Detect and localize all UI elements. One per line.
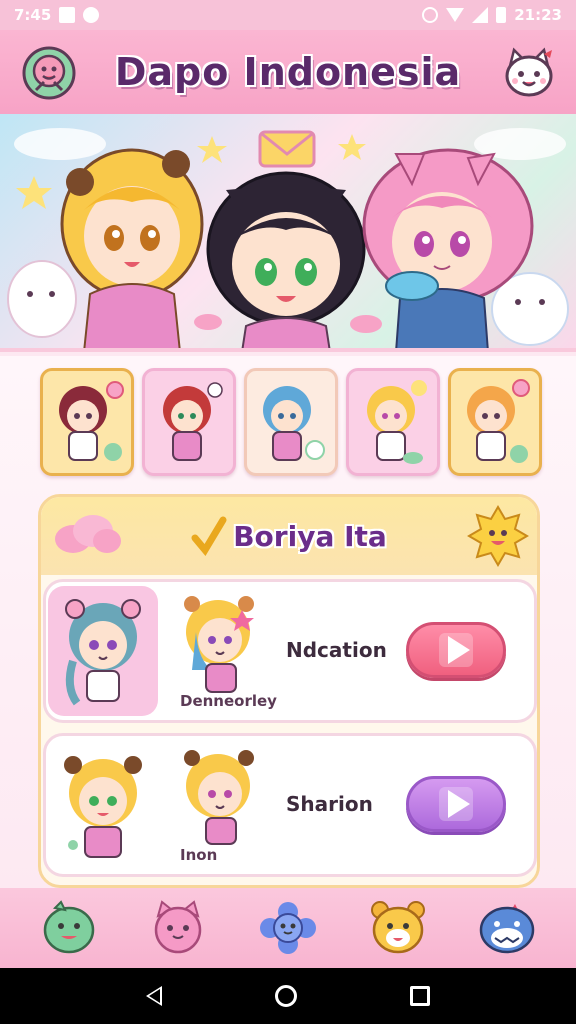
bottom-nav: [0, 888, 576, 968]
alarm-icon: [422, 7, 439, 23]
pink-cat-icon[interactable]: [145, 895, 211, 961]
cat-mascot-icon[interactable]: [500, 44, 558, 102]
character-card[interactable]: Denneorley Ndcation: [43, 579, 537, 723]
recent-apps-icon[interactable]: [409, 986, 430, 1006]
character-thumbnail-3[interactable]: [244, 368, 338, 476]
home-icon[interactable]: [274, 985, 297, 1007]
character-name: Ndcation: [286, 638, 387, 662]
character-avatar-secondary: [172, 590, 268, 698]
play-button[interactable]: [406, 776, 506, 832]
blue-flower-icon[interactable]: [255, 895, 321, 961]
character-caption: Denneorley: [180, 692, 277, 710]
checkmark-icon: [191, 516, 227, 556]
gallery-notification-icon: [59, 7, 76, 23]
bear-icon[interactable]: [365, 895, 431, 961]
play-icon: [439, 787, 473, 821]
status-right: 21:23: [422, 6, 562, 24]
play-icon: [439, 633, 473, 667]
status-time-right: 21:23: [514, 6, 562, 24]
back-icon[interactable]: [146, 986, 163, 1006]
signal-icon: [472, 7, 489, 23]
section-title: Boriya Ita: [233, 519, 387, 553]
character-avatar: [48, 740, 158, 870]
app-header: Dapo Indonesia: [0, 30, 576, 114]
flower-mascot-icon[interactable]: [20, 44, 78, 102]
featured-section-panel: Boriya Ita Denneorley Ndcation Inon Shar…: [38, 494, 540, 888]
shark-icon[interactable]: [474, 895, 540, 961]
character-thumbnail-strip: [40, 368, 544, 478]
wifi-icon: [446, 8, 465, 22]
character-thumbnail-5[interactable]: [448, 368, 542, 476]
character-name: Sharion: [286, 792, 373, 816]
sun-mascot-icon: [467, 505, 529, 567]
section-header: Boriya Ita: [41, 497, 537, 575]
status-time-left: 7:45: [14, 6, 52, 24]
character-caption: Inon: [180, 846, 218, 864]
character-thumbnail-4[interactable]: [346, 368, 440, 476]
character-thumbnail-2[interactable]: [142, 368, 236, 476]
battery-icon: [496, 7, 507, 23]
character-avatar: [48, 586, 158, 716]
pink-cloud-icon: [55, 515, 121, 553]
character-card[interactable]: Inon Sharion: [43, 733, 537, 877]
hero-banner[interactable]: [0, 114, 576, 352]
system-navigation-bar: [0, 968, 576, 1024]
character-avatar-secondary: [172, 744, 268, 852]
play-button[interactable]: [406, 622, 506, 678]
character-thumbnail-1[interactable]: [40, 368, 134, 476]
status-left: 7:45: [14, 6, 100, 24]
app-notification-icon: [83, 7, 100, 23]
status-bar: 7:45 21:23: [0, 0, 576, 30]
main-content: Boriya Ita Denneorley Ndcation Inon Shar…: [0, 356, 576, 888]
app-title: Dapo Indonesia: [114, 50, 462, 94]
dino-icon[interactable]: [36, 895, 102, 961]
